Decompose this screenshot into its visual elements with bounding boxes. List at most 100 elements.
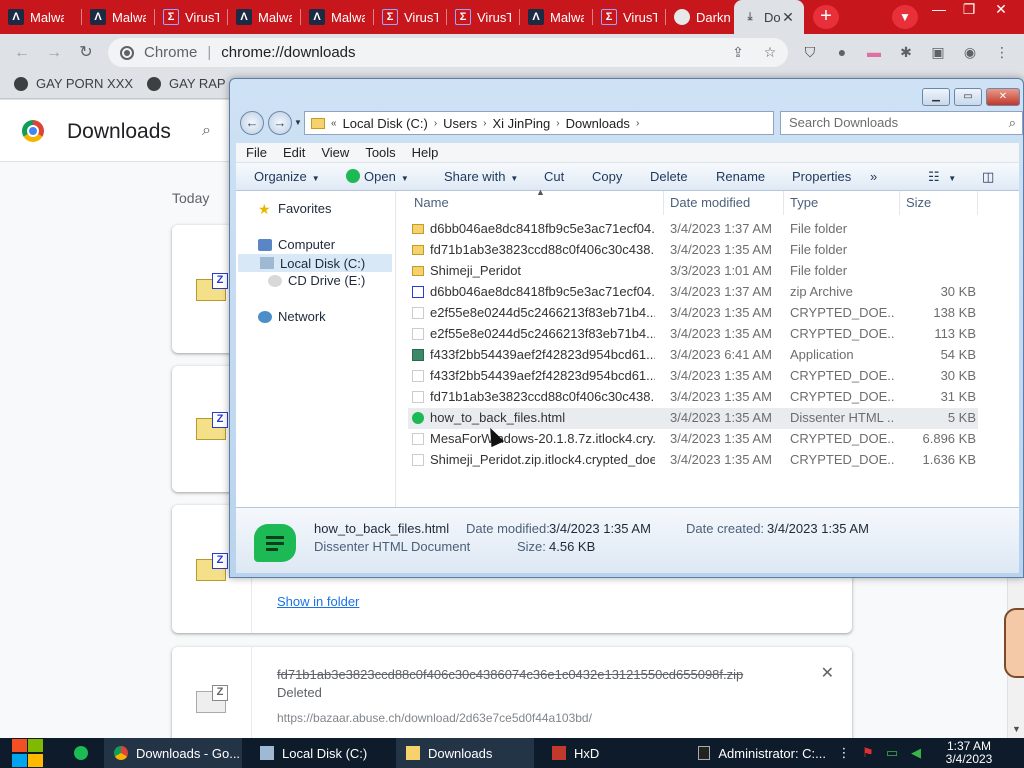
- share-icon[interactable]: ⇪: [728, 42, 748, 62]
- menu-file[interactable]: File: [246, 145, 267, 160]
- minimize-icon[interactable]: ▁: [922, 88, 950, 106]
- star-icon[interactable]: ☆: [760, 42, 780, 62]
- show-in-folder-link[interactable]: Show in folder: [277, 594, 359, 609]
- tab-darkn[interactable]: Darkn: [666, 0, 734, 34]
- forward-arrow-icon[interactable]: →: [42, 41, 66, 65]
- tab-malwa-5[interactable]: Λ Malwa: [520, 0, 593, 34]
- menu-help[interactable]: Help: [412, 145, 439, 160]
- chevron-right-icon[interactable]: ›: [636, 118, 639, 129]
- chevron-right-icon[interactable]: ›: [483, 118, 486, 129]
- menu-edit[interactable]: Edit: [283, 145, 305, 160]
- flag-icon[interactable]: ⚑: [860, 745, 876, 761]
- tab-malwa-4[interactable]: Λ Malwa: [301, 0, 374, 34]
- preview-pane-icon[interactable]: ◫: [982, 169, 994, 185]
- tab-malwa-3[interactable]: Λ Malwa: [228, 0, 301, 34]
- nav-favorites[interactable]: ★ Favorites: [258, 201, 331, 216]
- nav-cd-drive[interactable]: CD Drive (E:): [268, 273, 365, 288]
- puzzle-icon[interactable]: ✱: [896, 42, 916, 62]
- chevron-down-icon[interactable]: ▼: [892, 5, 918, 29]
- column-header-type[interactable]: Type: [784, 191, 900, 215]
- column-header-size[interactable]: Size: [900, 191, 978, 215]
- column-header-date[interactable]: Date modified: [664, 191, 784, 215]
- volume-icon[interactable]: ◀: [908, 745, 924, 761]
- more-commands-button[interactable]: »: [870, 169, 877, 184]
- share-with-button[interactable]: Share with ▼: [444, 169, 518, 184]
- open-button[interactable]: Open ▼: [346, 169, 409, 184]
- bookmark-2[interactable]: GAY RAP: [147, 76, 226, 91]
- rename-button[interactable]: Rename: [716, 169, 765, 184]
- address-bar[interactable]: Chrome | chrome://downloads: [108, 38, 788, 67]
- file-row[interactable]: f433f2bb54439aef2f42823d954bcd61... 3/4/2…: [408, 345, 978, 366]
- maximize-icon[interactable]: ▭: [954, 88, 982, 106]
- properties-button[interactable]: Properties: [792, 169, 851, 184]
- taskbar-cmd[interactable]: Administrator: C:...: [688, 738, 826, 768]
- close-icon[interactable]: ✕: [780, 9, 796, 25]
- nav-computer[interactable]: Computer: [258, 237, 335, 252]
- start-button-icon[interactable]: [10, 738, 44, 768]
- tab-malwa-2[interactable]: Λ Malwa: [82, 0, 155, 34]
- delete-button[interactable]: Delete: [650, 169, 688, 184]
- taskbar-hxd[interactable]: HxD: [542, 738, 680, 768]
- cut-button[interactable]: Cut: [544, 169, 564, 184]
- breadcrumb-local-disk[interactable]: Local Disk (C:): [343, 116, 428, 131]
- restore-icon[interactable]: ❐: [954, 0, 984, 20]
- chevron-right-icon[interactable]: ›: [434, 118, 437, 129]
- menu-tools[interactable]: Tools: [365, 145, 395, 160]
- explorer-address-bar[interactable]: « Local Disk (C:) › Users › Xi JinPing › Do…: [304, 111, 834, 135]
- file-row[interactable]: Shimeji_Peridot 3/3/2023 1:01 AM File fold…: [408, 261, 978, 282]
- minimize-icon[interactable]: —: [924, 0, 954, 20]
- reload-icon[interactable]: ↻: [74, 41, 98, 65]
- tab-malwa-1[interactable]: Λ Malwa: [0, 0, 82, 34]
- nav-network[interactable]: Network: [258, 309, 326, 324]
- search-icon[interactable]: ⌕: [202, 122, 211, 140]
- download-source-url[interactable]: https://bazaar.abuse.ch/download/2d63e7c…: [277, 711, 592, 725]
- network-tray-icon[interactable]: ▭: [884, 745, 900, 761]
- chevron-right-icon[interactable]: ›: [556, 118, 559, 129]
- taskbar-chrome[interactable]: Downloads - Go...: [104, 738, 242, 768]
- ublock-icon[interactable]: ⛉: [800, 42, 820, 62]
- tab-downloads[interactable]: ⤓ Do ✕: [734, 0, 804, 34]
- taskbar-downloads[interactable]: Downloads: [396, 738, 534, 768]
- file-row[interactable]: Shimeji_Peridot.zip.itlock4.crypted_doe.…: [408, 450, 978, 471]
- file-row[interactable]: f433f2bb54439aef2f42823d954bcd61... 3/4/2…: [408, 366, 978, 387]
- menu-dots-icon[interactable]: ⋮: [992, 42, 1012, 62]
- file-row[interactable]: fd71b1ab3e3823ccd88c0f406c30c438... 3/4/2…: [408, 387, 978, 408]
- taskbar-local-disk[interactable]: Local Disk (C:): [250, 738, 388, 768]
- column-header-name[interactable]: Name: [408, 191, 664, 215]
- explorer-search-input[interactable]: Search Downloads ⌕: [780, 111, 1023, 135]
- dissenter-taskbar-icon[interactable]: [64, 738, 98, 768]
- tab-virustotal-4[interactable]: Σ VirusT: [593, 0, 666, 34]
- new-tab-button[interactable]: +: [813, 5, 839, 29]
- file-row[interactable]: e2f55e8e0244d5c2466213f83eb71b4... 3/4/20…: [408, 324, 978, 345]
- view-options-icon[interactable]: ☷ ▼: [928, 169, 956, 185]
- scroll-down-icon[interactable]: ▼: [1012, 724, 1021, 734]
- close-icon[interactable]: ✕: [986, 88, 1020, 106]
- tab-virustotal-2[interactable]: Σ VirusT: [374, 0, 447, 34]
- file-row[interactable]: d6bb046ae8dc8418fb9c5e3ac71ecf04... 3/4/2…: [408, 219, 978, 240]
- profile-icon[interactable]: ◉: [960, 42, 980, 62]
- tab-virustotal-3[interactable]: Σ VirusT: [447, 0, 520, 34]
- file-row[interactable]: d6bb046ae8dc8418fb9c5e3ac71ecf04... 3/4/2…: [408, 282, 978, 303]
- file-row[interactable]: fd71b1ab3e3823ccd88c0f406c30c438... 3/4/2…: [408, 240, 978, 261]
- file-row[interactable]: e2f55e8e0244d5c2466213f83eb71b4... 3/4/20…: [408, 303, 978, 324]
- breadcrumb-user[interactable]: Xi JinPing: [492, 116, 550, 131]
- menu-view[interactable]: View: [321, 145, 349, 160]
- breadcrumb-downloads[interactable]: Downloads: [566, 116, 630, 131]
- bookmark-1[interactable]: GAY PORN XXX: [14, 76, 133, 91]
- sidebar-icon[interactable]: ▣: [928, 42, 948, 62]
- back-arrow-icon[interactable]: ←: [240, 111, 264, 135]
- tab-virustotal-1[interactable]: Σ VirusT: [155, 0, 228, 34]
- close-window-icon[interactable]: ✕: [986, 0, 1016, 20]
- nav-local-disk[interactable]: Local Disk (C:): [238, 254, 392, 272]
- system-clock[interactable]: 1:37 AM 3/4/2023: [934, 740, 1004, 766]
- back-arrow-icon[interactable]: ←: [10, 41, 34, 65]
- extension-flag-icon[interactable]: ▬: [864, 42, 884, 62]
- forward-arrow-icon[interactable]: →: [268, 111, 292, 135]
- breadcrumb-users[interactable]: Users: [443, 116, 477, 131]
- shimeji-mascot[interactable]: [1004, 608, 1024, 678]
- organize-button[interactable]: Organize ▼: [254, 169, 320, 184]
- extension-avatar-icon[interactable]: ●: [832, 42, 852, 62]
- recent-pages-icon[interactable]: ▼: [294, 118, 302, 127]
- remove-icon[interactable]: ✕: [821, 663, 834, 683]
- overflow-dots-icon[interactable]: ⋮: [836, 745, 852, 761]
